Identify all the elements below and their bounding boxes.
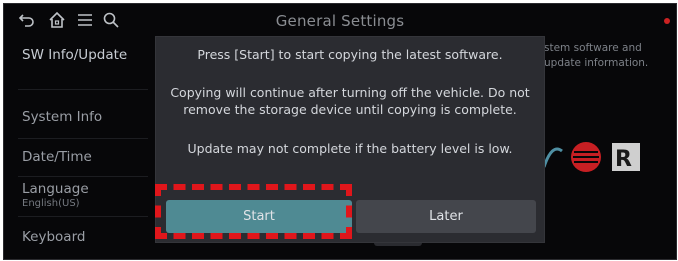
later-button[interactable]: Later bbox=[356, 200, 536, 233]
language-value: English(US) bbox=[22, 198, 80, 209]
dialog-message-copy-line-1: Copying will continue after turning off … bbox=[170, 85, 530, 100]
dialog-message-copy-line-2: remove the storage device until copying … bbox=[183, 102, 517, 117]
sidebar-item-keyboard[interactable]: Keyboard bbox=[22, 229, 85, 245]
sidebar: SW Info/Update System Info Date/Time Lan… bbox=[4, 36, 152, 259]
sw-info-description: stem software and update information. bbox=[544, 42, 649, 69]
certification-logos: R bbox=[542, 137, 672, 177]
svg-text:R: R bbox=[615, 147, 632, 172]
dialog-message-battery: Update may not complete if the battery l… bbox=[187, 141, 513, 156]
sidebar-item-label: Date/Time bbox=[22, 149, 92, 165]
sidebar-item-label: SW Info/Update bbox=[22, 47, 128, 63]
dialog-message-start: Press [Start] to start copying the lates… bbox=[197, 47, 503, 62]
status-indicator-icon bbox=[664, 18, 670, 24]
sidebar-item-language[interactable]: Language English(US) bbox=[22, 181, 89, 209]
sidebar-item-system-info[interactable]: System Info bbox=[22, 109, 102, 125]
sidebar-item-date-time[interactable]: Date/Time bbox=[22, 149, 92, 165]
sidebar-item-sw-info-update[interactable]: SW Info/Update bbox=[22, 47, 127, 63]
start-button-highlight bbox=[155, 184, 352, 239]
divider bbox=[18, 138, 148, 139]
sidebar-item-label: Language bbox=[22, 181, 89, 197]
divider bbox=[18, 216, 148, 217]
page-title: General Settings bbox=[275, 12, 405, 30]
divider bbox=[18, 89, 148, 90]
red-certification-icon bbox=[571, 142, 601, 172]
top-bar: General Settings bbox=[4, 4, 676, 36]
r-certification-icon: R bbox=[612, 143, 640, 172]
divider bbox=[18, 176, 148, 177]
sidebar-item-label: System Info bbox=[22, 109, 103, 125]
sidebar-item-label: Keyboard bbox=[22, 229, 86, 245]
wave-logo-icon bbox=[542, 147, 563, 168]
